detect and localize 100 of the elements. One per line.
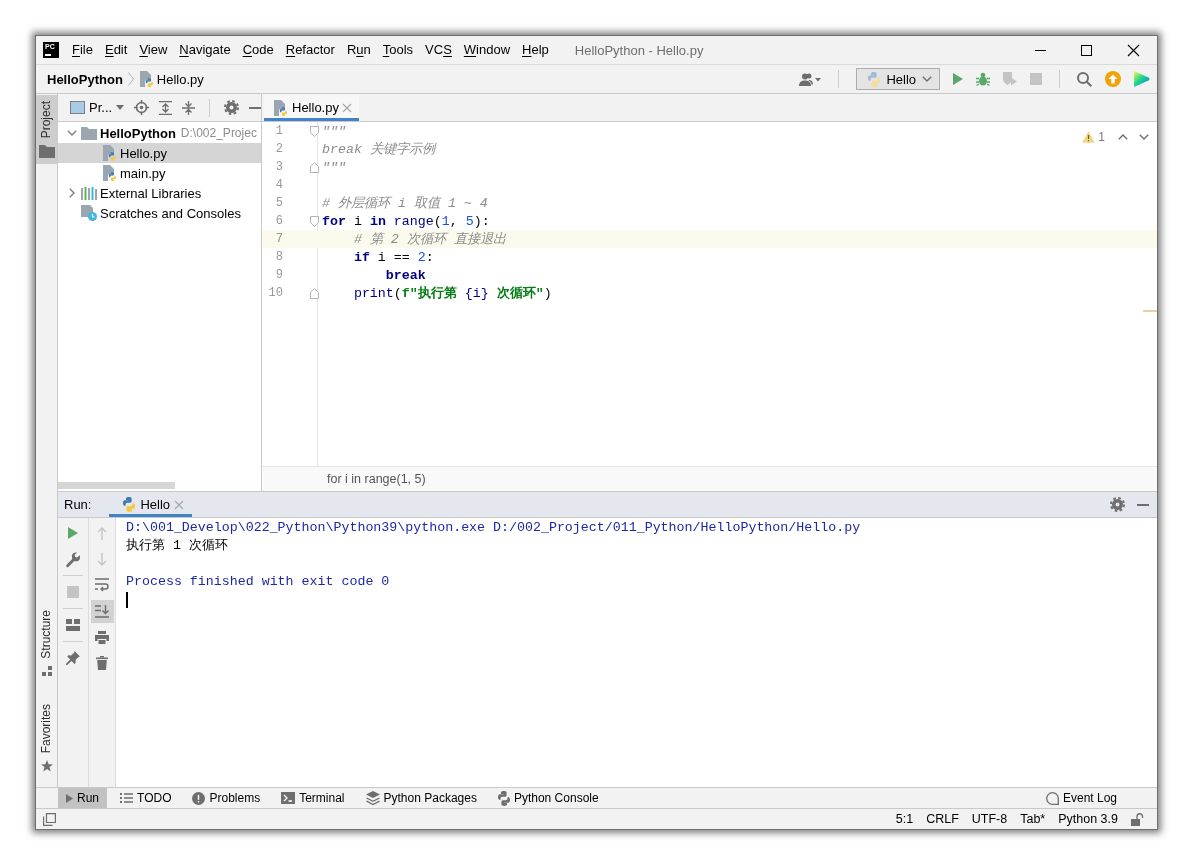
library-icon bbox=[81, 186, 97, 200]
status-item[interactable]: UTF-8 bbox=[971, 812, 1008, 826]
fold-marker-icon[interactable] bbox=[310, 161, 319, 173]
editor-tab[interactable]: Hello.py bbox=[264, 94, 359, 121]
tool-window-tab[interactable]: Structure bbox=[36, 603, 57, 682]
close-icon[interactable] bbox=[1128, 44, 1140, 56]
toolbar-button[interactable] bbox=[90, 599, 114, 623]
status-item[interactable]: Python 3.9 bbox=[1058, 812, 1118, 826]
tool-window-button[interactable]: Python Console bbox=[489, 788, 607, 808]
chevron-right-icon[interactable] bbox=[68, 188, 75, 198]
run-config-dropdown[interactable]: Hello bbox=[856, 68, 940, 90]
warning-count[interactable]: 1 bbox=[1098, 130, 1105, 144]
tool-window-button[interactable]: Python Packages bbox=[357, 788, 485, 808]
panel-title: Run: bbox=[64, 497, 92, 512]
crosshair-icon[interactable] bbox=[134, 100, 150, 115]
tool-window-tab[interactable]: Favorites bbox=[36, 697, 57, 778]
python-icon bbox=[868, 71, 881, 87]
line-number: 5 bbox=[275, 196, 283, 210]
code-line: break bbox=[385, 267, 426, 283]
project-path: D:\002_Projec bbox=[180, 126, 257, 140]
settings-icon[interactable] bbox=[224, 100, 239, 115]
minus-icon[interactable] bbox=[249, 106, 261, 109]
collapse-all-icon[interactable] bbox=[182, 100, 196, 115]
tree-item[interactable]: Scratches and Consoles bbox=[58, 203, 261, 223]
play-icon bbox=[66, 793, 73, 803]
pin-icon[interactable] bbox=[66, 651, 80, 665]
minus-icon[interactable] bbox=[1137, 503, 1149, 506]
chevron-down-icon[interactable] bbox=[66, 130, 77, 136]
menu-item[interactable]: Code bbox=[236, 40, 280, 60]
user-menu-icon[interactable] bbox=[799, 72, 822, 86]
menu-item[interactable]: Navigate bbox=[173, 40, 237, 60]
breadcrumb[interactable]: HelloPython bbox=[47, 71, 123, 87]
fold-marker-icon[interactable] bbox=[310, 125, 319, 137]
maximize-icon[interactable] bbox=[1081, 44, 1093, 56]
squares-icon[interactable] bbox=[43, 812, 56, 826]
menu-item[interactable]: Refactor bbox=[279, 40, 341, 60]
bug-icon[interactable] bbox=[976, 72, 990, 86]
line-number: 9 bbox=[275, 268, 283, 282]
code-line: break 关键字示例 bbox=[322, 141, 435, 158]
python-icon bbox=[497, 790, 510, 806]
chevron-up-icon[interactable] bbox=[1118, 134, 1128, 140]
structure-icon bbox=[41, 665, 52, 676]
text-cursor bbox=[126, 592, 128, 608]
layers-icon bbox=[365, 791, 380, 805]
expand-all-icon[interactable] bbox=[159, 100, 173, 115]
chevron-down-icon[interactable] bbox=[1139, 134, 1149, 140]
chevron-down-icon bbox=[922, 76, 932, 82]
tree-item[interactable]: Hello.py bbox=[58, 143, 261, 163]
line-number: 1 bbox=[275, 124, 283, 138]
breadcrumb[interactable]: for i in range(1, 5) bbox=[327, 472, 426, 486]
window-icon bbox=[70, 101, 85, 114]
tool-window-button[interactable]: Run bbox=[58, 788, 107, 808]
code-line: """ bbox=[322, 123, 346, 139]
tree-item[interactable]: External Libraries bbox=[58, 183, 261, 203]
layout-icon[interactable] bbox=[66, 619, 80, 631]
wrench-icon[interactable] bbox=[66, 551, 80, 567]
tree-item[interactable]: HelloPython D:\002_Projec bbox=[58, 123, 261, 143]
search-icon[interactable] bbox=[1077, 71, 1092, 87]
menu-item[interactable]: Run bbox=[340, 40, 377, 60]
console-line: D:\001_Develop\022_Python\Python39\python.exe D:/002_Project/011_Python/HelloPython/Hello.py bbox=[126, 520, 861, 535]
tree-item[interactable]: main.py bbox=[58, 163, 261, 183]
fold-marker-icon[interactable] bbox=[310, 215, 319, 227]
plugin-logo-icon[interactable] bbox=[1134, 71, 1150, 87]
caret-icon bbox=[116, 105, 125, 110]
arrow-up-circle-icon[interactable] bbox=[1105, 71, 1121, 87]
line-number: 4 bbox=[275, 178, 283, 192]
menu-item[interactable]: View bbox=[133, 40, 174, 60]
line-number: 2 bbox=[275, 142, 283, 156]
code-line: print(f"执行第 {i} 次循环") bbox=[353, 285, 552, 302]
status-item[interactable]: CRLF bbox=[926, 812, 959, 826]
line-number: 7 bbox=[275, 232, 283, 246]
tool-window-button[interactable]: TODO bbox=[112, 788, 180, 808]
menu-item[interactable]: Edit bbox=[98, 40, 134, 60]
terminal-icon bbox=[281, 792, 296, 804]
code-line: if i == 2: bbox=[353, 249, 434, 265]
line-number: 3 bbox=[275, 160, 283, 174]
menu-item[interactable]: Tools bbox=[376, 40, 420, 60]
project-view-dropdown[interactable]: Pr... bbox=[70, 100, 125, 115]
line-number: 6 bbox=[275, 214, 283, 228]
minimize-icon[interactable] bbox=[1034, 49, 1046, 51]
tool-window-button[interactable]: Terminal bbox=[273, 788, 353, 808]
event-log-button[interactable]: Event Log bbox=[1037, 788, 1125, 808]
scrollbar-thumb[interactable] bbox=[58, 482, 175, 489]
unlock-icon[interactable] bbox=[1131, 812, 1143, 826]
fold-marker-icon[interactable] bbox=[310, 287, 319, 299]
menu-item[interactable]: VCS bbox=[419, 40, 458, 60]
menu-item[interactable]: File bbox=[66, 40, 99, 60]
speech-bubble-icon bbox=[1045, 791, 1059, 805]
play-icon[interactable] bbox=[953, 73, 963, 85]
menu-item[interactable]: Help bbox=[516, 40, 555, 60]
settings-icon[interactable] bbox=[1110, 497, 1125, 512]
status-item[interactable]: Tab* bbox=[1020, 812, 1046, 826]
status-item[interactable]: 5:1 bbox=[895, 812, 914, 826]
warning-icon[interactable] bbox=[1082, 131, 1096, 143]
tool-window-button[interactable]: Problems bbox=[184, 788, 269, 808]
breadcrumb[interactable]: Hello.py bbox=[138, 71, 204, 87]
tool-window-tab[interactable]: Project bbox=[36, 95, 57, 165]
play-icon[interactable] bbox=[68, 527, 78, 539]
code-line: """ bbox=[322, 159, 346, 175]
menu-item[interactable]: Window bbox=[457, 40, 517, 60]
